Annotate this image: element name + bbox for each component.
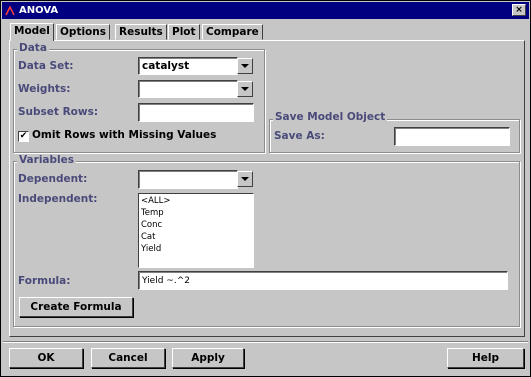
- anova-dialog: ANOVA × Model Options Results Plot Compa…: [0, 0, 531, 377]
- formula-value: Yield ~.^2: [142, 275, 190, 286]
- data-set-combo[interactable]: catalyst: [138, 57, 238, 75]
- list-item[interactable]: Temp: [141, 207, 251, 219]
- independent-listbox[interactable]: <ALL> Temp Conc Cat Yield: [138, 193, 254, 268]
- tab-compare[interactable]: Compare: [202, 24, 263, 40]
- save-as-input[interactable]: [394, 127, 510, 146]
- dependent-label: Dependent:: [18, 173, 88, 185]
- cancel-button[interactable]: Cancel: [91, 348, 165, 368]
- model-tab-panel: Data Data Set: catalyst Weights: Subset …: [9, 40, 525, 337]
- weights-label: Weights:: [18, 83, 71, 95]
- variables-group-title: Variables: [17, 154, 76, 166]
- list-item[interactable]: <ALL>: [141, 195, 251, 207]
- dependent-combo[interactable]: [138, 170, 238, 189]
- chevron-down-icon: [241, 177, 249, 181]
- data-set-value: catalyst: [142, 60, 190, 72]
- data-group-title: Data: [17, 42, 49, 54]
- data-set-label: Data Set:: [18, 60, 74, 72]
- chevron-down-icon: [241, 64, 249, 68]
- weights-dropdown-button[interactable]: [237, 81, 253, 97]
- tab-model[interactable]: Model: [10, 23, 54, 41]
- save-model-group-title: Save Model Object: [273, 111, 388, 123]
- subset-rows-input[interactable]: [138, 103, 254, 122]
- title-bar[interactable]: ANOVA ×: [2, 2, 529, 19]
- help-button[interactable]: Help: [447, 348, 524, 368]
- apply-button[interactable]: Apply: [172, 348, 244, 368]
- save-as-label: Save As:: [274, 130, 325, 142]
- tab-results[interactable]: Results: [115, 24, 167, 40]
- divider: [3, 341, 528, 343]
- create-formula-button[interactable]: Create Formula: [19, 297, 133, 317]
- formula-input[interactable]: Yield ~.^2: [138, 271, 508, 290]
- data-set-dropdown-button[interactable]: [237, 58, 253, 74]
- omit-missing-checkbox[interactable]: ✔: [18, 131, 29, 142]
- ok-button[interactable]: OK: [9, 348, 83, 368]
- app-icon: [5, 5, 15, 15]
- tab-plot[interactable]: Plot: [168, 24, 200, 40]
- tab-options[interactable]: Options: [56, 24, 110, 40]
- weights-combo[interactable]: [138, 80, 238, 98]
- independent-label: Independent:: [18, 193, 98, 205]
- list-item[interactable]: Cat: [141, 231, 251, 243]
- list-item[interactable]: Yield: [141, 243, 251, 255]
- subset-rows-label: Subset Rows:: [18, 106, 99, 118]
- dependent-dropdown-button[interactable]: [237, 171, 253, 187]
- close-button[interactable]: ×: [512, 4, 526, 16]
- list-item[interactable]: Conc: [141, 219, 251, 231]
- window-title: ANOVA: [19, 5, 59, 16]
- create-formula-label: Create Formula: [30, 301, 122, 313]
- formula-label: Formula:: [18, 275, 71, 287]
- chevron-down-icon: [241, 87, 249, 91]
- omit-missing-label[interactable]: Omit Rows with Missing Values: [32, 129, 216, 141]
